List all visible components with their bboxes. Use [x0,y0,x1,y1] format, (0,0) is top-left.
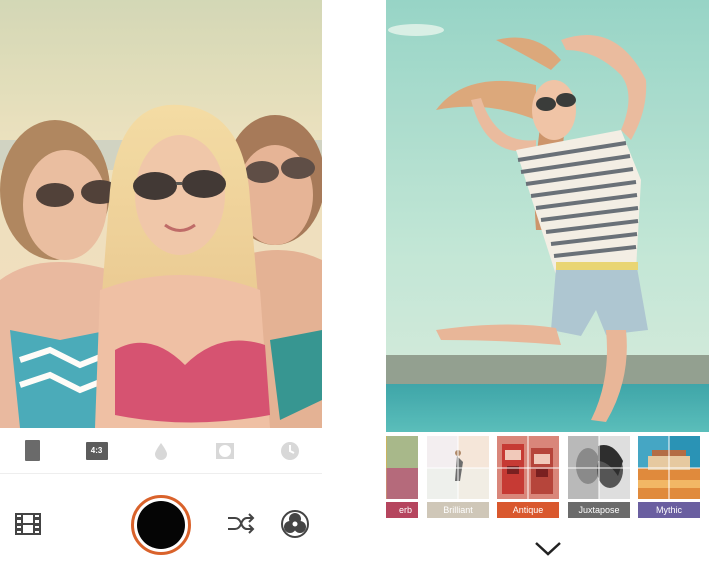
filter-option-superb[interactable]: erb [386,436,418,520]
filters-button[interactable] [280,509,310,539]
filter-option-antique[interactable]: Antique [497,436,559,520]
collapse-button[interactable] [533,538,563,558]
filter-thumbnail [638,436,700,499]
filter-option-juxtapose[interactable]: Juxtapose [568,436,630,520]
format-toolbar: 4:3 [0,428,322,474]
edit-screen: erb Brilliant Antique Juxtapose Mythic [386,0,709,572]
color-filters-icon [281,510,309,538]
shutter-core [137,501,185,549]
shutter-button[interactable] [131,495,191,555]
ratio-4-3-button[interactable]: 4:3 [82,436,112,466]
vignette-button[interactable] [210,436,240,466]
camera-preview-photo [0,0,322,428]
camera-controls [0,475,322,572]
film-strip-icon [15,513,41,535]
vignette-icon [216,442,235,459]
filter-option-brilliant[interactable]: Brilliant [427,436,489,520]
filter-label: erb [386,502,418,518]
filter-thumbnail [497,436,559,499]
filter-option-mythic[interactable]: Mythic [638,436,700,520]
shuffle-icon [228,513,255,534]
gallery-button[interactable] [14,512,42,536]
filter-thumbnail [427,436,489,499]
timer-button[interactable] [275,436,305,466]
drop-icon [154,442,167,460]
camera-screen: 4:3 [0,0,322,572]
filter-label: Brilliant [427,502,489,518]
chevron-down-icon [535,542,561,556]
filter-label: Mythic [638,502,700,518]
shuffle-button[interactable] [226,511,256,537]
edit-preview-photo [386,0,709,432]
timer-icon [280,441,299,460]
filter-label: Juxtapose [568,502,630,518]
ratio-4-3-label: 4:3 [85,441,108,460]
filter-thumbnail [568,436,630,499]
portrait-format-button[interactable] [17,436,47,466]
portrait-format-icon [24,440,40,461]
drop-effect-button[interactable] [146,436,176,466]
filter-thumbnail [386,436,418,499]
filter-label: Antique [497,502,559,518]
filter-strip: erb Brilliant Antique Juxtapose Mythic [386,436,709,520]
